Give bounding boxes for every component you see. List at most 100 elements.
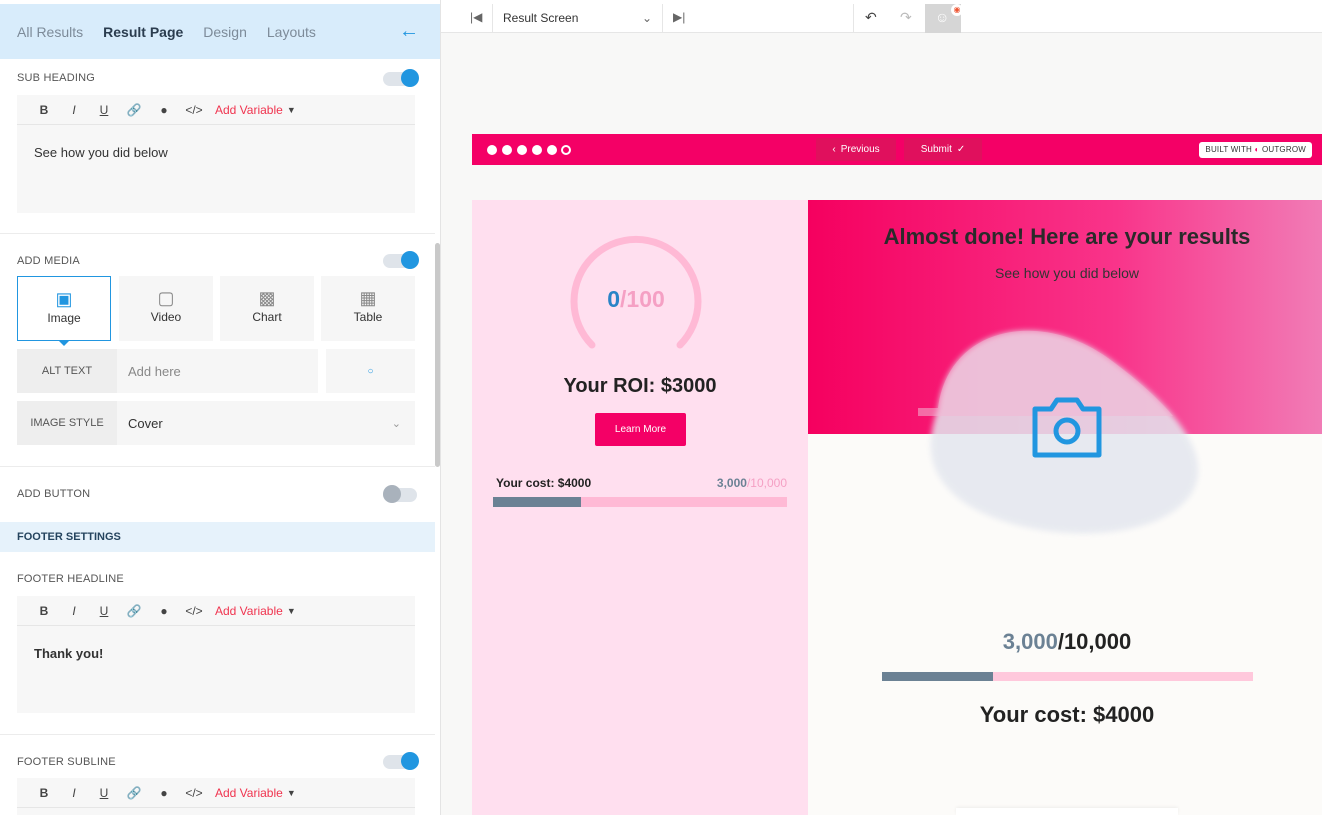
caret-down-icon[interactable]: ▼: [287, 606, 296, 616]
built-with-badge[interactable]: BUILT WITH ◐ OUTGROW: [1199, 142, 1312, 158]
sub-heading-editor[interactable]: B I U 🔗 ● </> Add Variable ▼ See how you…: [17, 95, 415, 213]
accessibility-icon: ☺: [935, 9, 950, 25]
sub-heading-text[interactable]: See how you did below: [17, 125, 415, 180]
divider: [0, 734, 435, 735]
link-icon[interactable]: ○: [326, 349, 415, 393]
media-option-table[interactable]: ▦ Table: [321, 276, 415, 341]
big-progress-fill: [882, 672, 994, 681]
cost-value: 3,000: [716, 476, 747, 490]
big-value: 3,000: [1002, 629, 1058, 654]
code-icon[interactable]: </>: [179, 103, 209, 117]
bold-button[interactable]: B: [29, 103, 59, 117]
big-progress-bar: [882, 672, 1253, 681]
footer-subline-editor[interactable]: B I U 🔗 ● </> Add Variable ▼: [17, 778, 415, 815]
add-button-toggle[interactable]: [383, 485, 417, 503]
selection-pointer: [58, 340, 70, 346]
learn-more-button[interactable]: Learn More: [595, 413, 686, 446]
cost-label: Your cost: $4000: [496, 476, 592, 490]
editor-toolbar: B I U 🔗 ● </> Add Variable ▼: [17, 778, 415, 808]
footer-headline-label: FOOTER HEADLINE: [17, 573, 124, 585]
tab-result-page[interactable]: Result Page: [103, 24, 183, 40]
submit-button[interactable]: Submit ✓: [904, 138, 982, 161]
link-icon[interactable]: 🔗: [119, 604, 149, 618]
underline-button[interactable]: U: [89, 786, 119, 800]
image-style-value: Cover: [128, 415, 163, 431]
caret-down-icon[interactable]: ▼: [287, 105, 296, 115]
chevron-down-icon: ⌄: [391, 417, 401, 430]
tab-design[interactable]: Design: [203, 24, 247, 40]
redo-icon[interactable]: ↷: [900, 9, 912, 26]
preview-canvas: ‹ Previous Submit ✓ BUILT WITH ◐ OUTGROW 0…: [441, 33, 1322, 815]
media-option-label: Image: [47, 311, 81, 325]
submit-label: Submit: [920, 144, 952, 155]
divider: [0, 233, 435, 234]
italic-button[interactable]: I: [59, 103, 89, 117]
add-media-toggle[interactable]: [383, 251, 419, 269]
bold-button[interactable]: B: [29, 786, 59, 800]
footer-headline-editor[interactable]: B I U 🔗 ● </> Add Variable ▼ Thank you!: [17, 596, 415, 713]
big-cost-label: Your cost: $4000: [979, 702, 1155, 727]
cost-progress-bar: [493, 497, 787, 507]
cost-readout: 3,000/10,000: [717, 476, 787, 490]
last-screen-icon[interactable]: ▶|: [673, 10, 685, 24]
footer-headline-text[interactable]: Thank you!: [17, 626, 415, 681]
result-right-panel: Almost done! Here are your results See h…: [808, 200, 1322, 815]
tab-all-results[interactable]: All Results: [17, 24, 83, 40]
drop-icon[interactable]: ●: [149, 786, 179, 800]
code-icon[interactable]: </>: [179, 604, 209, 618]
check-icon: ✓: [956, 144, 966, 155]
media-option-video[interactable]: ▢ Video: [119, 276, 213, 341]
underline-button[interactable]: U: [89, 604, 119, 618]
video-icon: ▢: [157, 288, 175, 308]
progress-dot: [517, 145, 527, 155]
screen-select[interactable]: Result Screen ⌄: [492, 4, 663, 33]
alt-text-input[interactable]: Add here: [117, 349, 318, 393]
add-media-label: ADD MEDIA: [17, 255, 80, 267]
gauge-value: 0/100: [568, 286, 704, 313]
undo-icon[interactable]: ↶: [865, 9, 877, 26]
brand-name: OUTGROW: [1261, 145, 1306, 154]
link-icon[interactable]: 🔗: [119, 103, 149, 117]
previous-button[interactable]: ‹ Previous: [816, 138, 896, 161]
accessibility-button[interactable]: ☺ ◉: [925, 4, 963, 33]
caret-down-icon[interactable]: ▼: [287, 788, 296, 798]
media-option-chart[interactable]: ▩ Chart: [220, 276, 314, 341]
table-icon: ▦: [359, 288, 377, 308]
alt-text-row: ALT TEXT Add here ○: [17, 349, 415, 393]
image-style-row: IMAGE STYLE Cover ⌄: [17, 401, 415, 445]
add-variable-dropdown[interactable]: Add Variable: [215, 604, 283, 618]
arrow-left-icon[interactable]: ←: [399, 20, 419, 43]
card-edge: [956, 808, 1178, 815]
media-option-image[interactable]: ▣ Image: [17, 276, 111, 341]
preview-toolbar: |◀ Result Screen ⌄ ▶| ↶ ↷ ☺ ◉: [441, 4, 1322, 33]
sub-heading-toggle[interactable]: [383, 69, 419, 87]
screen-select-value: Result Screen: [503, 11, 579, 25]
add-variable-dropdown[interactable]: Add Variable: [215, 103, 283, 117]
underline-button[interactable]: U: [89, 103, 119, 117]
first-screen-icon[interactable]: |◀: [470, 10, 482, 24]
divider: [0, 466, 435, 467]
add-variable-dropdown[interactable]: Add Variable: [215, 786, 283, 800]
image-style-select[interactable]: Cover ⌄: [117, 401, 415, 445]
progress-dot: [547, 145, 557, 155]
scrollbar[interactable]: [435, 243, 440, 467]
media-option-label: Table: [353, 310, 383, 324]
drop-icon[interactable]: ●: [149, 604, 179, 618]
camera-icon: ▣: [55, 289, 73, 309]
code-icon[interactable]: </>: [179, 786, 209, 800]
drop-icon[interactable]: ●: [149, 103, 179, 117]
footer-subline-label: FOOTER SUBLINE: [17, 756, 116, 768]
italic-button[interactable]: I: [59, 604, 89, 618]
editor-toolbar: B I U 🔗 ● </> Add Variable ▼: [17, 596, 415, 626]
tab-layouts[interactable]: Layouts: [267, 24, 316, 40]
footer-subline-toggle[interactable]: [383, 752, 419, 770]
chevron-left-icon: ‹: [832, 144, 836, 155]
chevron-down-icon: ⌄: [641, 11, 652, 25]
outgrow-logo-icon: ◐: [1254, 145, 1260, 154]
link-icon[interactable]: 🔗: [119, 786, 149, 800]
gauge-score: 0: [607, 286, 621, 312]
media-option-label: Video: [150, 310, 182, 324]
bold-button[interactable]: B: [29, 604, 59, 618]
italic-button[interactable]: I: [59, 786, 89, 800]
gauge-total: /100: [620, 286, 665, 312]
